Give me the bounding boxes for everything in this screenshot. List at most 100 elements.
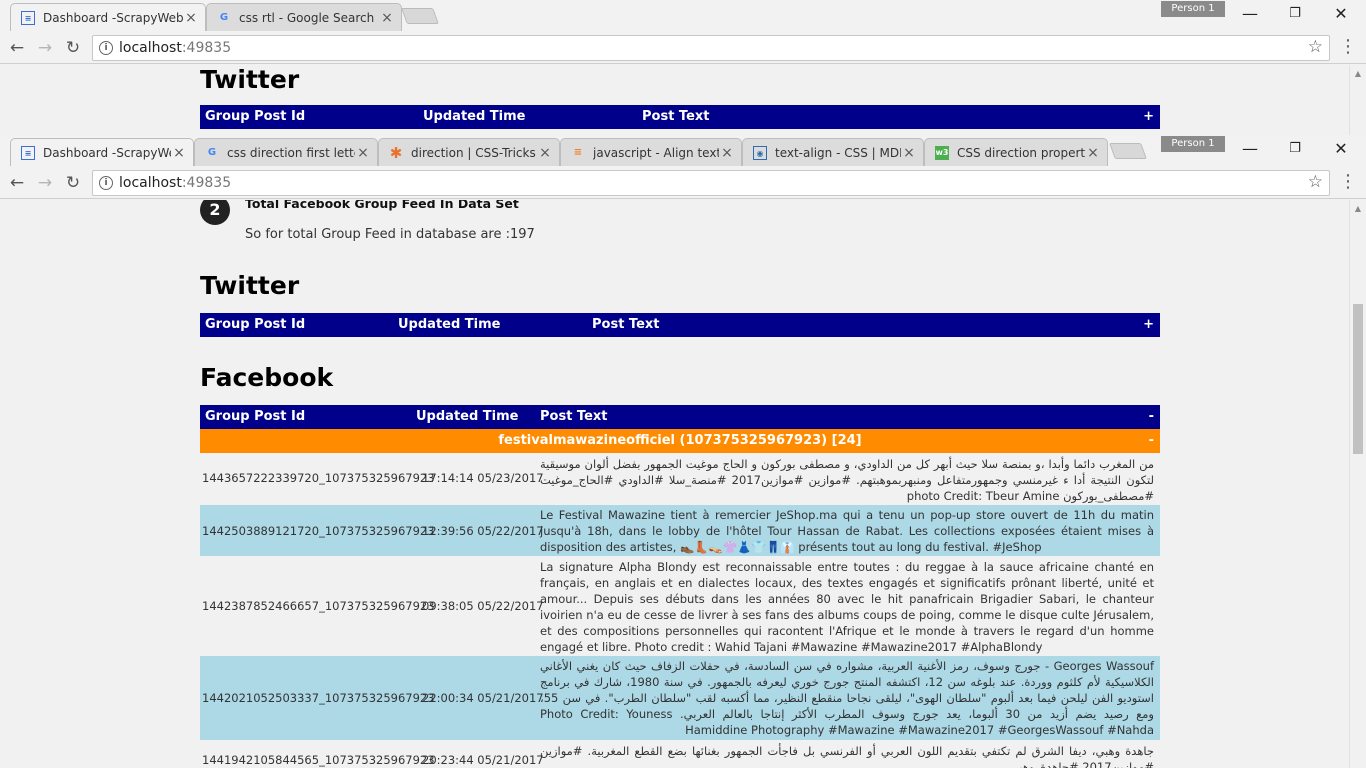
twitter-grid-header: Group Post Id Updated Time Post Text + — [200, 105, 1160, 129]
tab-css-direction-search[interactable]: G css direction first letter × — [194, 138, 378, 166]
tab-title: direction | CSS-Tricks — [411, 145, 536, 160]
tab-dashboard[interactable]: ≡ Dashboard -ScrapyWeb × — [10, 3, 206, 32]
tab-stackoverflow[interactable]: ≡ javascript - Align text b × — [560, 138, 742, 166]
tab-google-search[interactable]: G css rtl - Google Search × — [206, 3, 402, 31]
tab-title: text-align - CSS | MDN — [775, 145, 901, 160]
address-bar[interactable]: i localhost:49835 ☆ — [92, 35, 1330, 61]
scrollbar[interactable]: ▲ — [1349, 65, 1366, 135]
facebook-grid-header: Group Post Id Updated Time Post Text - — [200, 405, 1160, 429]
info-icon[interactable]: i — [99, 41, 113, 55]
close-icon[interactable]: × — [719, 145, 735, 161]
scrollbar[interactable]: ▲ — [1349, 200, 1366, 768]
cell-post-id: 1442021052503337_107375325967923 — [202, 691, 435, 705]
back-arrow-icon[interactable]: ← — [6, 172, 28, 194]
table-row: 1442021052503337_107375325967923 22:00:3… — [200, 656, 1160, 740]
close-window-button[interactable]: ✕ — [1318, 137, 1364, 161]
browser-toolbar: ← → ↻ i localhost:49835 ☆ ⋮ — [0, 31, 1366, 64]
close-icon[interactable]: × — [537, 145, 553, 161]
forward-arrow-icon[interactable]: → — [34, 172, 56, 194]
tab-title: css rtl - Google Search — [239, 10, 375, 25]
cell-updated-time: 22:00:34 05/21/2017 — [422, 691, 544, 705]
reload-icon[interactable]: ↻ — [62, 37, 84, 59]
cell-updated-time: 17:14:14 05/23/2017 — [422, 471, 544, 485]
scroll-up-arrow-icon[interactable]: ▲ — [1350, 204, 1366, 213]
address-bar[interactable]: i localhost:49835 ☆ — [92, 170, 1330, 196]
col-header-text: Post Text — [642, 109, 710, 124]
minimize-button[interactable]: — — [1227, 137, 1273, 161]
cell-updated-time: 20:23:44 05/21/2017 — [422, 753, 544, 767]
col-header-time: Updated Time — [416, 409, 519, 424]
tab-dashboard[interactable]: ≡ Dashboard -ScrapyWeb × — [10, 138, 194, 167]
group-label: festivalmawazineofficiel (10737532596792… — [498, 433, 862, 448]
stackoverflow-icon: ≡ — [573, 146, 583, 158]
table-row: 1441942105844565_107375325967923 20:23:4… — [200, 741, 1160, 768]
close-icon[interactable]: × — [171, 145, 187, 161]
step-text: So for total Group Feed in database are … — [245, 227, 535, 242]
close-icon[interactable]: × — [183, 10, 199, 26]
minimize-button[interactable]: — — [1227, 2, 1273, 26]
cell-post-text: Georges Wassouf - جورج وسوف، رمز الأغنية… — [540, 659, 1155, 737]
collapse-toggle[interactable]: - — [1149, 429, 1154, 453]
tab-mdn[interactable]: ◉ text-align - CSS | MDN × — [742, 138, 924, 166]
new-tab-button[interactable] — [1109, 143, 1147, 159]
tab-title: Dashboard -ScrapyWeb — [43, 146, 171, 160]
group-header-row[interactable]: festivalmawazineofficiel (10737532596792… — [200, 429, 1160, 453]
tab-title: css direction first letter — [227, 145, 355, 160]
tab-title: javascript - Align text b — [593, 145, 719, 160]
cell-post-text: من المغرب دائما وأبدا ،و بمنصة سلا حيث أ… — [540, 457, 1154, 503]
section-title-facebook: Facebook — [200, 363, 334, 392]
table-row: 1442503889121720_107375325967923 12:39:5… — [200, 505, 1160, 556]
google-icon: G — [219, 11, 229, 23]
tab-strip: ≡ Dashboard -ScrapyWeb × G css rtl - Goo… — [0, 0, 1366, 32]
forward-arrow-icon[interactable]: → — [34, 37, 56, 59]
scroll-up-arrow-icon[interactable]: ▲ — [1350, 69, 1366, 78]
cell-post-text: Le Festival Mawazine tient à remercier J… — [540, 508, 1154, 554]
profile-button[interactable]: Person 1 — [1161, 1, 1225, 17]
info-icon[interactable]: i — [99, 176, 113, 190]
url-port: :49835 — [181, 40, 232, 56]
close-icon[interactable]: × — [901, 145, 917, 161]
close-icon[interactable]: × — [379, 10, 395, 26]
doc-icon: ≡ — [21, 146, 35, 160]
back-page-content: Twitter Group Post Id Updated Time Post … — [0, 65, 1366, 135]
url-text: localhost:49835 — [119, 40, 231, 56]
cell-post-id: 1441942105844565_107375325967923 — [202, 753, 435, 767]
cell-post-id: 1442387852466657_107375325967923 — [202, 599, 435, 613]
close-icon[interactable]: × — [355, 145, 371, 161]
browser-toolbar: ← → ↻ i localhost:49835 ☆ ⋮ — [0, 166, 1366, 199]
col-header-id: Group Post Id — [205, 317, 306, 332]
reload-icon[interactable]: ↻ — [62, 172, 84, 194]
close-window-button[interactable]: ✕ — [1318, 2, 1364, 26]
col-header-id: Group Post Id — [205, 109, 306, 124]
menu-icon[interactable]: ⋮ — [1338, 170, 1358, 194]
table-row: 1443657222339720_107375325967923 17:14:1… — [200, 454, 1160, 504]
doc-icon: ≡ — [21, 11, 35, 25]
tab-w3schools[interactable]: w3 CSS direction property × — [924, 138, 1108, 166]
expand-toggle[interactable]: + — [1143, 317, 1154, 332]
step-title: Total Facebook Group Feed In Data Set — [245, 200, 519, 211]
collapse-toggle[interactable]: - — [1149, 409, 1154, 424]
restore-button[interactable]: ❐ — [1272, 2, 1318, 26]
restore-button[interactable]: ❐ — [1272, 137, 1318, 161]
section-title-twitter: Twitter — [200, 271, 300, 300]
tab-strip: ≡ Dashboard -ScrapyWeb × G css direction… — [0, 135, 1366, 167]
back-arrow-icon[interactable]: ← — [6, 37, 28, 59]
front-browser-window: ≡ Dashboard -ScrapyWeb × G css direction… — [0, 135, 1366, 768]
close-icon[interactable]: × — [1085, 145, 1101, 161]
profile-button[interactable]: Person 1 — [1161, 136, 1225, 152]
bookmark-star-icon[interactable]: ☆ — [1308, 37, 1323, 57]
cell-updated-time: 12:39:56 05/22/2017 — [422, 524, 544, 538]
menu-icon[interactable]: ⋮ — [1338, 35, 1358, 59]
section-title-twitter: Twitter — [200, 65, 300, 94]
new-tab-button[interactable] — [401, 8, 439, 24]
expand-toggle[interactable]: + — [1143, 109, 1154, 124]
bookmark-star-icon[interactable]: ☆ — [1308, 172, 1323, 192]
tab-css-tricks[interactable]: ✱ direction | CSS-Tricks × — [378, 138, 560, 166]
col-header-id: Group Post Id — [205, 409, 306, 424]
cell-post-id: 1442503889121720_107375325967923 — [202, 524, 435, 538]
scrollbar-thumb[interactable] — [1353, 304, 1363, 454]
mdn-icon: ◉ — [753, 145, 767, 160]
google-icon: G — [207, 146, 217, 158]
cell-updated-time: 09:38:05 05/22/2017 — [422, 599, 544, 613]
url-host: localhost — [119, 40, 182, 56]
